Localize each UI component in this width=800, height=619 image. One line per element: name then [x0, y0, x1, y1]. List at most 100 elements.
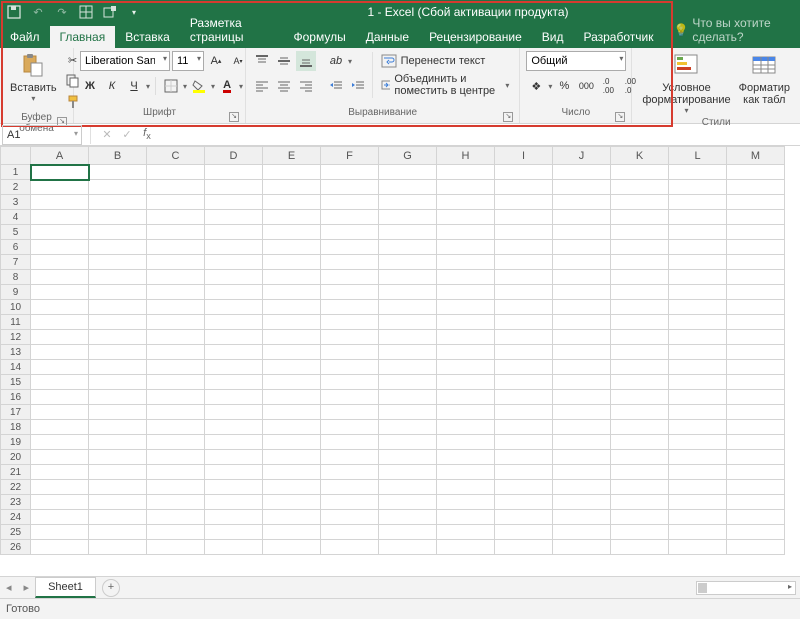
cell[interactable]: [669, 450, 727, 465]
cell[interactable]: [611, 300, 669, 315]
cell[interactable]: [611, 165, 669, 180]
cell[interactable]: [437, 525, 495, 540]
row-header[interactable]: 24: [1, 510, 31, 525]
cell[interactable]: [669, 225, 727, 240]
cell[interactable]: [379, 540, 437, 555]
cell[interactable]: [321, 510, 379, 525]
bold-button[interactable]: Ж: [80, 76, 100, 96]
cell[interactable]: [147, 315, 205, 330]
cell[interactable]: [89, 330, 147, 345]
cell[interactable]: [321, 390, 379, 405]
redo-icon[interactable]: ↷: [54, 4, 70, 20]
tab-home[interactable]: Главная: [50, 26, 116, 48]
tab-insert[interactable]: Вставка: [115, 26, 180, 48]
cell[interactable]: [205, 390, 263, 405]
cell[interactable]: [263, 510, 321, 525]
cell[interactable]: [379, 390, 437, 405]
cell[interactable]: [205, 510, 263, 525]
cell[interactable]: [611, 195, 669, 210]
cell[interactable]: [727, 420, 785, 435]
cell[interactable]: [205, 375, 263, 390]
enter-button[interactable]: ✓: [117, 128, 137, 141]
row-header[interactable]: 20: [1, 450, 31, 465]
cell[interactable]: [205, 255, 263, 270]
row-header[interactable]: 7: [1, 255, 31, 270]
cell[interactable]: [205, 225, 263, 240]
cell[interactable]: [727, 330, 785, 345]
cell[interactable]: [263, 480, 321, 495]
cell[interactable]: [611, 480, 669, 495]
cell[interactable]: [321, 375, 379, 390]
cell[interactable]: [553, 540, 611, 555]
cell[interactable]: [379, 435, 437, 450]
cell[interactable]: [553, 375, 611, 390]
column-header[interactable]: F: [321, 147, 379, 165]
cell[interactable]: [31, 165, 89, 180]
cell[interactable]: [669, 435, 727, 450]
merge-center-button[interactable]: Объединить и поместить в центре ▾: [377, 74, 514, 96]
cell[interactable]: [553, 315, 611, 330]
cell[interactable]: [495, 495, 553, 510]
row-header[interactable]: 16: [1, 390, 31, 405]
cell[interactable]: [611, 420, 669, 435]
cell[interactable]: [553, 285, 611, 300]
cell[interactable]: [495, 225, 553, 240]
cell[interactable]: [205, 495, 263, 510]
cell[interactable]: [205, 330, 263, 345]
cell[interactable]: [205, 435, 263, 450]
cell[interactable]: [321, 315, 379, 330]
cell[interactable]: [89, 420, 147, 435]
cell[interactable]: [611, 240, 669, 255]
cell[interactable]: [31, 450, 89, 465]
cell[interactable]: [147, 480, 205, 495]
cell[interactable]: [727, 540, 785, 555]
cancel-button[interactable]: ✕: [97, 128, 117, 141]
fx-button[interactable]: fx: [137, 127, 157, 141]
cell[interactable]: [205, 420, 263, 435]
cell[interactable]: [495, 300, 553, 315]
row-header[interactable]: 10: [1, 300, 31, 315]
cell[interactable]: [205, 165, 263, 180]
cell[interactable]: [147, 270, 205, 285]
cell[interactable]: [379, 525, 437, 540]
cell[interactable]: [205, 180, 263, 195]
cell[interactable]: [495, 165, 553, 180]
cell[interactable]: [437, 270, 495, 285]
cell[interactable]: [611, 360, 669, 375]
cell[interactable]: [263, 195, 321, 210]
cell[interactable]: [31, 195, 89, 210]
cell[interactable]: [89, 255, 147, 270]
font-size-combo[interactable]: [172, 51, 204, 71]
cell[interactable]: [727, 480, 785, 495]
cell[interactable]: [437, 390, 495, 405]
cell[interactable]: [495, 255, 553, 270]
cell[interactable]: [495, 195, 553, 210]
cell[interactable]: [31, 480, 89, 495]
cell[interactable]: [437, 375, 495, 390]
format-as-table-button[interactable]: Форматир как табл: [735, 50, 794, 108]
cell[interactable]: [89, 285, 147, 300]
row-header[interactable]: 25: [1, 525, 31, 540]
cell[interactable]: [321, 255, 379, 270]
row-header[interactable]: 19: [1, 435, 31, 450]
tab-developer[interactable]: Разработчик: [573, 26, 663, 48]
cell[interactable]: [89, 180, 147, 195]
cell[interactable]: [321, 345, 379, 360]
cell[interactable]: [727, 465, 785, 480]
cell[interactable]: [669, 330, 727, 345]
cell[interactable]: [437, 330, 495, 345]
align-center-button[interactable]: [274, 76, 294, 96]
cell[interactable]: [727, 375, 785, 390]
cell[interactable]: [31, 300, 89, 315]
cell[interactable]: [495, 435, 553, 450]
cell[interactable]: [611, 510, 669, 525]
cell[interactable]: [669, 525, 727, 540]
cell[interactable]: [379, 285, 437, 300]
cell[interactable]: [553, 225, 611, 240]
column-header[interactable]: C: [147, 147, 205, 165]
cell[interactable]: [321, 225, 379, 240]
cell[interactable]: [147, 465, 205, 480]
cell[interactable]: [611, 180, 669, 195]
cell[interactable]: [437, 435, 495, 450]
cell[interactable]: [727, 315, 785, 330]
